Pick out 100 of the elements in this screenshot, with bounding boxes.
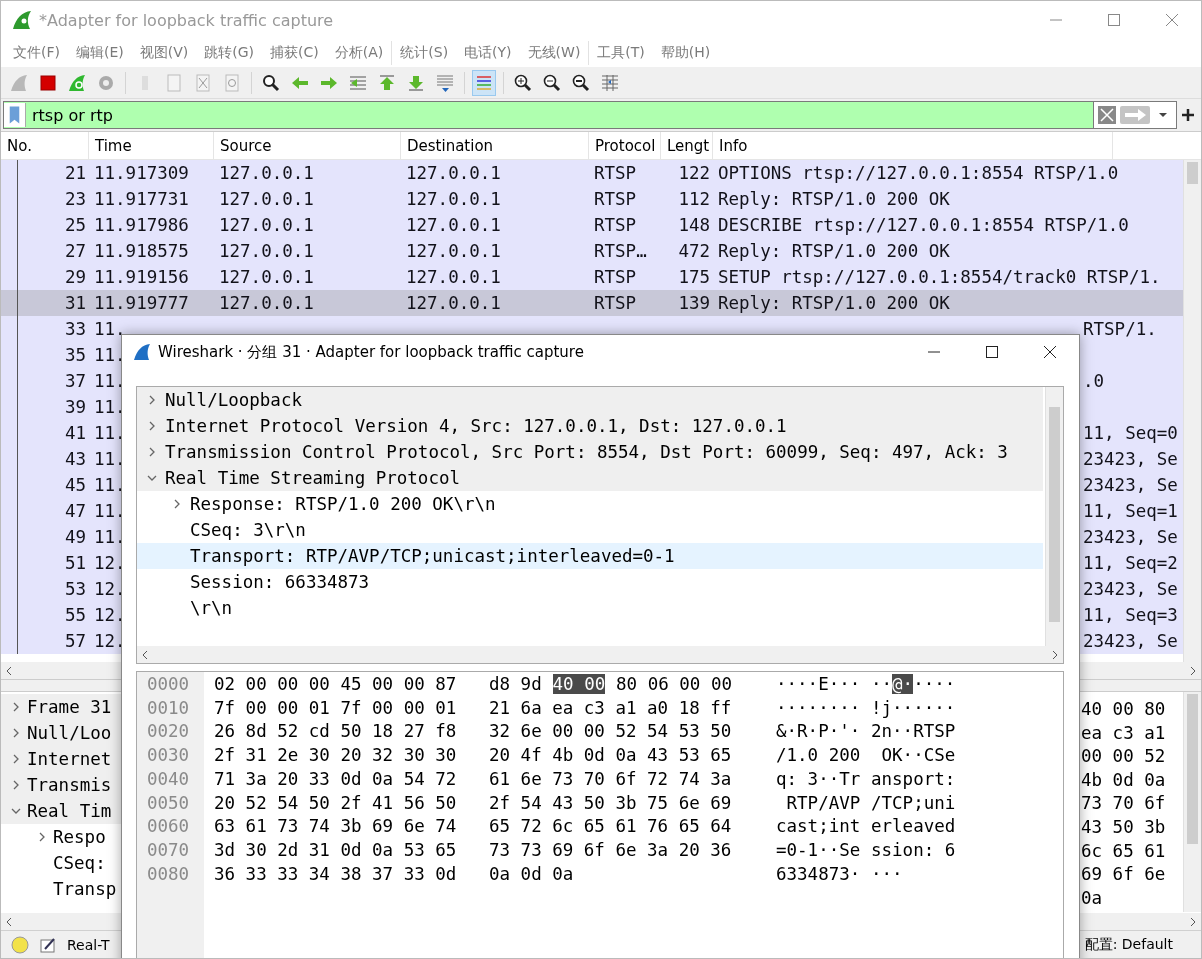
chevron-down-icon[interactable] (147, 473, 157, 483)
chevron-down-icon[interactable] (11, 806, 21, 816)
table-cell-text: 35 (63, 345, 87, 365)
hex-bytes[interactable]: 26 8d 52 cd 50 18 27 f8 (214, 721, 457, 742)
hex-bytes[interactable]: 36 33 33 34 38 37 33 0d (214, 863, 457, 884)
column-header[interactable]: Time (89, 131, 214, 160)
chevron-right-icon[interactable] (147, 395, 157, 405)
hex-bytes[interactable]: 2f 54 43 50 3b 75 6e 69 (489, 792, 732, 813)
menu-item[interactable]: 工具(T) (589, 44, 653, 62)
menu-item[interactable]: 文件(F) (5, 44, 68, 62)
close-icon[interactable] (1043, 345, 1057, 359)
chevron-right-icon[interactable] (11, 702, 21, 712)
menu-item[interactable]: 电话(Y) (456, 44, 520, 62)
scroll-left-icon[interactable] (5, 916, 13, 927)
ascii-text[interactable]: ansport: (871, 768, 956, 789)
hex-bytes[interactable]: 7f 00 00 01 7f 00 00 01 (214, 697, 457, 718)
ascii-text[interactable]: =0-1··Se (776, 840, 861, 861)
hex-bytes[interactable]: 73 73 69 6f 6e 3a 20 36 (489, 840, 732, 861)
hex-bytes[interactable]: 65 72 6c 65 61 76 65 64 (489, 816, 732, 837)
chevron-right-icon[interactable] (11, 780, 21, 790)
packet-row[interactable]: 21 11.917309 127.0.0.1 127.0.0.1 RTSP 122 OPTIONS rtsp://127.0.0.1:8554 RTSP/1.0 (1, 160, 1183, 186)
tree-item[interactable]: Transp (53, 879, 117, 899)
clear-icon[interactable] (1098, 106, 1116, 124)
hex-bytes[interactable]: 80 06 00 00 (616, 673, 732, 694)
maximize-icon[interactable] (986, 346, 998, 358)
scroll-right-icon[interactable] (1051, 649, 1059, 660)
menu-item[interactable]: 编辑(E) (68, 44, 132, 62)
tree-row[interactable]: Transport: RTP/AVP/TCP;unicast;interleaved=0-1 (137, 543, 1043, 569)
scroll-left-icon[interactable] (5, 665, 13, 676)
hex-bytes[interactable]: 02 00 00 00 45 00 00 87 (214, 673, 457, 694)
ascii-text[interactable]: /1.0 200 (776, 745, 861, 766)
column-header[interactable]: Lengt (661, 131, 713, 160)
chevron-right-icon[interactable] (147, 421, 157, 431)
scroll-left-icon[interactable] (141, 649, 149, 660)
packet-row[interactable]: 25 11.917986 127.0.0.1 127.0.0.1 RTSP 148 DESCRIBE rtsp://127.0.0.1:8554 RTSP/1.0 (1, 212, 1183, 238)
bookmark-icon[interactable] (4, 103, 26, 127)
tree-row[interactable]: Transmission Control Protocol, Src Port: 8554, Dst Port: 60099, Seq: 497, Ack: 3 (137, 439, 1043, 465)
ascii-text[interactable]: OK··CSe (871, 745, 956, 766)
hex-bytes[interactable]: 40 00 (552, 673, 606, 694)
table-cell-text: 127.0.0.1 (405, 215, 502, 235)
menu-item[interactable]: 统计(S) (392, 44, 457, 62)
menu-item[interactable]: 捕获(C) (262, 44, 327, 62)
menu-item[interactable]: 视图(V) (131, 44, 197, 62)
tree-item[interactable]: CSeq: (53, 853, 106, 873)
status-dot-icon[interactable] (11, 935, 29, 954)
column-header[interactable]: No. (1, 131, 89, 160)
display-filter-field[interactable]: rtsp or rtp (3, 101, 1094, 129)
ascii-text[interactable]: 6334873· (776, 863, 861, 884)
column-header[interactable]: Protocol (589, 131, 661, 160)
chevron-right-icon[interactable] (11, 728, 21, 738)
profile-label[interactable]: 配置: Default (1084, 935, 1173, 954)
ascii-text[interactable]: @· (892, 673, 914, 694)
scroll-right-icon[interactable] (1189, 665, 1197, 676)
hex-bytes: ea c3 a1 (1081, 721, 1167, 745)
ascii-text[interactable]: ····E··· (776, 673, 861, 694)
packet-row[interactable]: 31 11.919777 127.0.0.1 127.0.0.1 RTSP 139 Reply: RTSP/1.0 200 OK (1, 290, 1183, 316)
column-header[interactable]: Destination (401, 131, 589, 160)
ascii-text[interactable]: RTP/AVP (776, 792, 861, 813)
ascii-text[interactable]: 2n··RTSP (871, 721, 956, 742)
ascii-text[interactable]: cast;int (776, 816, 861, 837)
chevron-right-icon[interactable] (147, 447, 157, 457)
tree-item[interactable]: Respo (53, 827, 106, 847)
tree-row[interactable]: Null/Loopback (137, 387, 1043, 413)
menu-item[interactable]: 帮助(H) (652, 44, 719, 62)
menu-item[interactable]: 跳转(G) (196, 44, 263, 62)
ascii-text[interactable]: ssion: 6 (871, 840, 956, 861)
hex-bytes[interactable]: 0a 0d 0a (489, 863, 574, 884)
ascii-text[interactable]: ···· (913, 673, 956, 694)
packet-row[interactable]: 23 11.917731 127.0.0.1 127.0.0.1 RTSP 112 Reply: RTSP/1.0 200 OK (1, 186, 1183, 212)
hex-bytes[interactable]: 61 6e 73 70 6f 72 74 3a (489, 768, 732, 789)
hex-bytes[interactable]: d8 9d (489, 673, 542, 694)
hex-bytes[interactable]: 63 61 73 74 3b 69 6e 74 (214, 816, 457, 837)
column-header[interactable]: Info (713, 131, 1113, 160)
column-header[interactable]: Source (214, 131, 401, 160)
ascii-text[interactable]: ··· (871, 863, 903, 884)
ascii-text[interactable]: q: 3··Tr (776, 768, 861, 789)
hex-bytes[interactable]: 3d 30 2d 31 0d 0a 53 65 (214, 840, 457, 861)
hex-bytes[interactable]: 32 6e 00 00 52 54 53 50 (489, 721, 732, 742)
ascii-text[interactable]: ·· (871, 673, 893, 694)
ascii-text[interactable]: !j······ (871, 697, 956, 718)
chevron-right-icon[interactable] (37, 832, 47, 842)
tree-row[interactable]: Internet Protocol Version 4, Src: 127.0.0.1, Dst: 127.0.0.1 (137, 413, 1043, 439)
hex-bytes[interactable]: 21 6a ea c3 a1 a0 18 ff (489, 697, 732, 718)
menu-item[interactable]: 分析(A) (326, 44, 392, 62)
hex-bytes[interactable]: 2f 31 2e 30 20 32 30 30 (214, 745, 457, 766)
tree-row[interactable]: Real Time Streaming Protocol (137, 465, 1043, 491)
chevron-right-icon[interactable] (172, 499, 182, 509)
colorize-icon[interactable] (472, 69, 496, 96)
hex-bytes[interactable]: 71 3a 20 33 0d 0a 54 72 (214, 768, 457, 789)
packet-row[interactable]: 27 11.918575 127.0.0.1 127.0.0.1 RTSP… 472 Reply: RTSP/1.0 200 OK (1, 238, 1183, 264)
menu-item[interactable]: 无线(W) (519, 44, 589, 62)
ascii-text[interactable]: &·R·P·'· (776, 721, 861, 742)
hex-bytes[interactable]: 20 52 54 50 2f 41 56 50 (214, 792, 457, 813)
packet-row[interactable]: 29 11.919156 127.0.0.1 127.0.0.1 RTSP 175 SETUP rtsp://127.0.0.1:8554/track0 RTSP/1. (1, 264, 1183, 290)
ascii-text[interactable]: /TCP;uni (871, 792, 956, 813)
scroll-right-icon[interactable] (1189, 916, 1197, 927)
chevron-right-icon[interactable] (11, 754, 21, 764)
ascii-text[interactable]: ········ (776, 697, 861, 718)
ascii-text[interactable]: erleaved (871, 816, 956, 837)
hex-bytes[interactable]: 20 4f 4b 0d 0a 43 53 65 (489, 745, 732, 766)
